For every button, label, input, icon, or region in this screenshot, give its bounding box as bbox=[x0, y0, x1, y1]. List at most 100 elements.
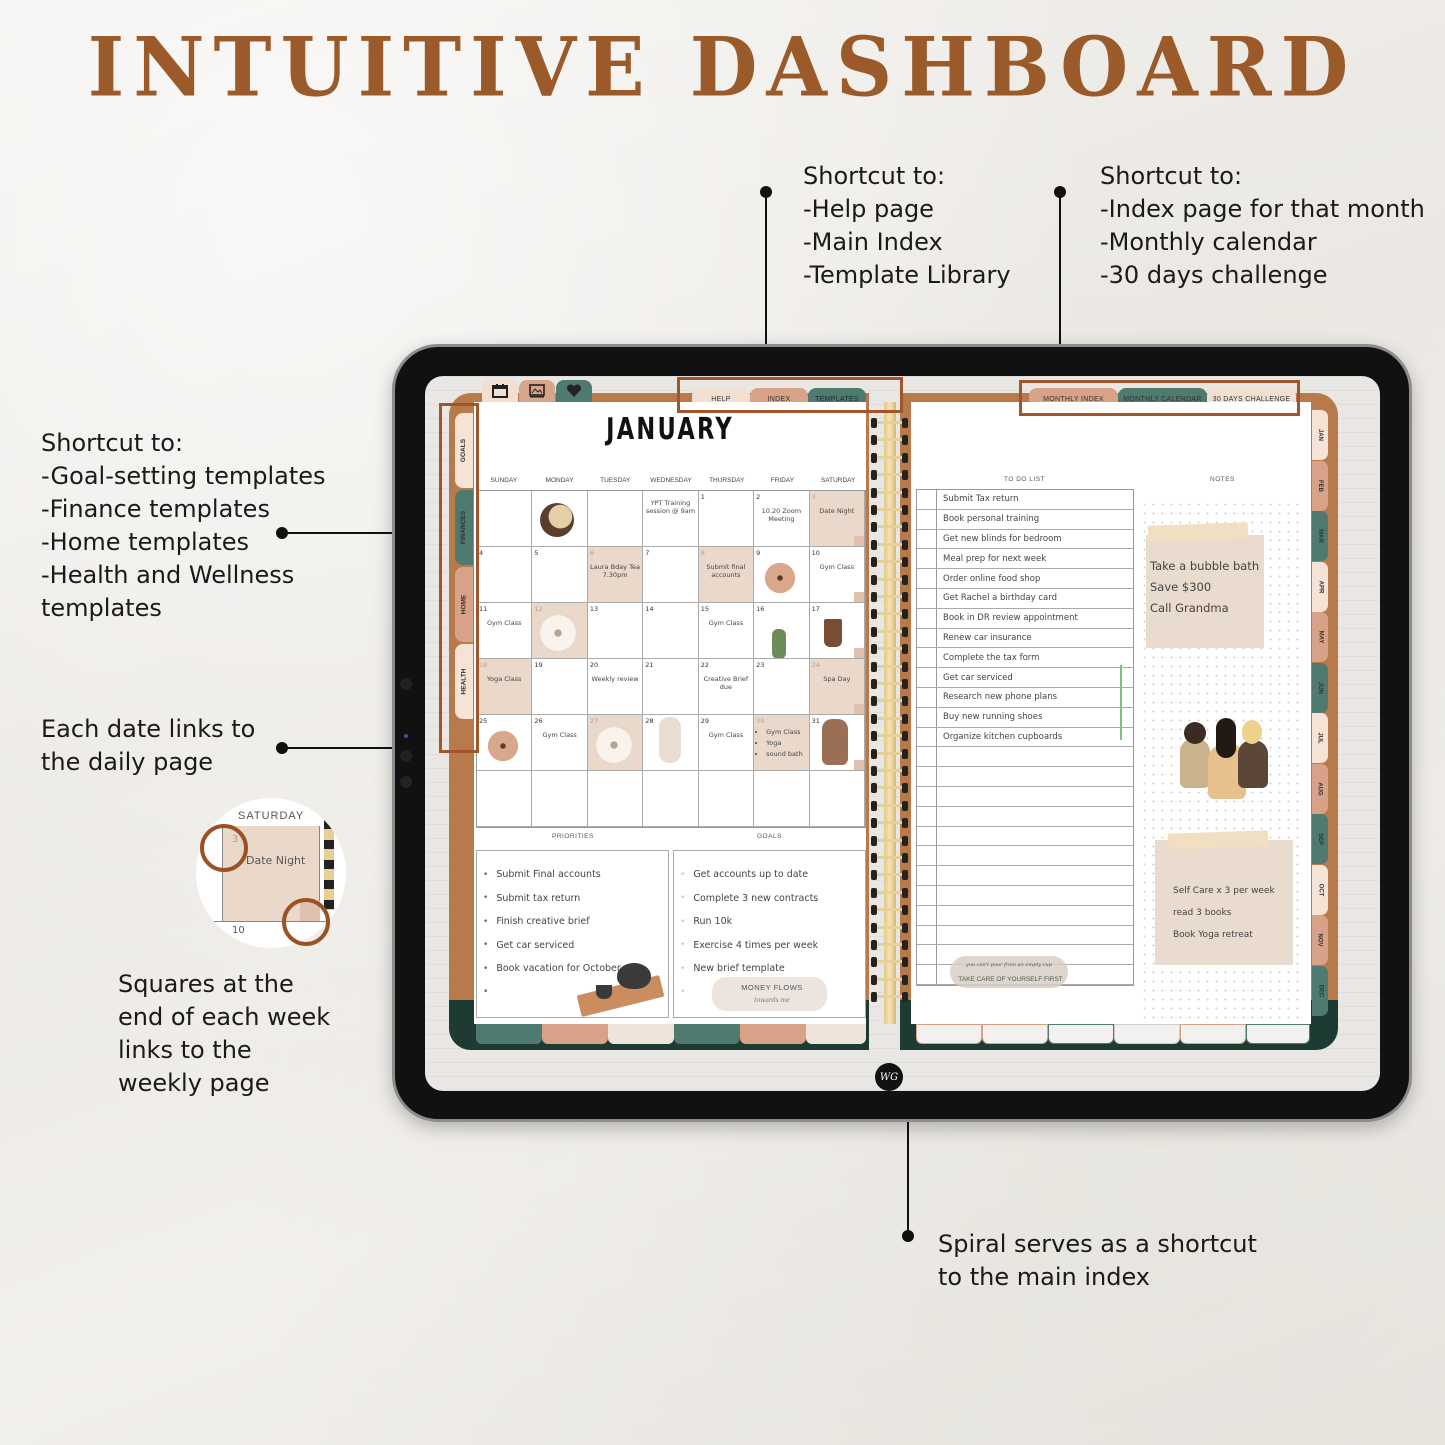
spiral-ring-icon[interactable] bbox=[871, 748, 911, 759]
calendar-day-cell[interactable]: 6 Laura Bday Tea 7.30pm bbox=[587, 547, 644, 603]
spiral-ring-icon[interactable] bbox=[871, 505, 911, 515]
todo-item[interactable] bbox=[917, 786, 1133, 807]
day-number[interactable]: 17 bbox=[812, 605, 862, 613]
day-number[interactable]: 14 bbox=[645, 605, 695, 613]
day-number[interactable]: 24 bbox=[812, 661, 862, 669]
month-tab-sep[interactable]: SEP bbox=[1312, 814, 1328, 864]
calendar-day-cell[interactable] bbox=[477, 771, 533, 827]
calendar-day-cell[interactable]: 22 Creative Brief due bbox=[698, 659, 755, 715]
day-number[interactable]: 6 bbox=[590, 549, 640, 557]
icon-tab[interactable] bbox=[556, 380, 592, 404]
calendar-day-cell[interactable]: 27 bbox=[587, 715, 644, 771]
calendar-day-cell[interactable]: 3 Date Night bbox=[809, 491, 865, 547]
todo-item[interactable] bbox=[917, 866, 1133, 886]
day-number[interactable]: 25 bbox=[479, 717, 529, 725]
calendar-day-cell[interactable] bbox=[698, 771, 755, 827]
weekly-page-link[interactable] bbox=[853, 704, 864, 714]
todo-checkbox[interactable] bbox=[917, 490, 937, 509]
todo-item[interactable]: Book personal training bbox=[917, 509, 1133, 530]
spiral-ring-icon[interactable] bbox=[871, 626, 911, 637]
todo-checkbox[interactable] bbox=[917, 549, 937, 569]
todo-item[interactable] bbox=[917, 846, 1133, 867]
day-number[interactable]: 11 bbox=[479, 605, 529, 613]
calendar-day-cell[interactable]: 31 bbox=[809, 715, 865, 771]
todo-item[interactable]: Renew car insurance bbox=[917, 628, 1133, 649]
month-tab-jan[interactable]: JAN bbox=[1312, 410, 1328, 460]
todo-checkbox[interactable] bbox=[917, 945, 937, 965]
bottom-tab[interactable] bbox=[1114, 1024, 1180, 1044]
calendar-day-cell[interactable]: 20 Weekly review bbox=[587, 659, 644, 715]
spiral-ring-icon[interactable] bbox=[871, 713, 911, 724]
brand-logo[interactable]: WG bbox=[875, 1063, 903, 1091]
day-number[interactable]: 22 bbox=[701, 661, 751, 669]
todo-item[interactable]: Organize kitchen cupboards bbox=[917, 727, 1133, 748]
calendar-day-cell[interactable]: 19 bbox=[532, 659, 588, 715]
spiral-ring-icon[interactable] bbox=[871, 661, 911, 672]
todo-item[interactable]: Submit Tax return bbox=[917, 490, 1133, 510]
day-number[interactable]: 29 bbox=[701, 717, 751, 725]
spiral-ring-icon[interactable] bbox=[871, 557, 911, 568]
todo-item[interactable] bbox=[917, 747, 1133, 768]
todo-item[interactable]: Get Rachel a birthday card bbox=[917, 588, 1133, 609]
calendar-day-cell[interactable]: 1 bbox=[698, 491, 755, 547]
todo-item[interactable] bbox=[917, 826, 1133, 847]
calendar-day-cell[interactable] bbox=[754, 771, 810, 827]
day-number[interactable]: 16 bbox=[756, 605, 806, 613]
weekly-page-link[interactable] bbox=[853, 536, 864, 546]
spiral-ring-icon[interactable] bbox=[871, 679, 911, 689]
todo-item[interactable]: Buy new running shoes bbox=[917, 707, 1133, 728]
spiral-ring-icon[interactable] bbox=[871, 957, 911, 968]
day-number[interactable]: 27 bbox=[590, 717, 640, 725]
month-tab-dec[interactable]: DEC bbox=[1312, 965, 1328, 1016]
calendar-day-cell[interactable]: 8 Submit final accounts bbox=[698, 547, 755, 603]
calendar-day-cell[interactable]: 21 bbox=[643, 659, 699, 715]
day-number[interactable]: 2 bbox=[756, 493, 806, 501]
todo-checkbox[interactable] bbox=[917, 588, 937, 608]
todo-checkbox[interactable] bbox=[917, 826, 937, 846]
bottom-tab[interactable] bbox=[674, 1024, 740, 1044]
spiral-ring-icon[interactable] bbox=[871, 783, 911, 794]
spiral-ring-icon[interactable] bbox=[871, 800, 911, 811]
spiral-ring-icon[interactable] bbox=[871, 870, 911, 881]
calendar-day-cell[interactable] bbox=[532, 491, 588, 547]
todo-checkbox[interactable] bbox=[917, 668, 937, 687]
calendar-day-cell[interactable]: YPT Training session @ 9am bbox=[643, 491, 699, 547]
spiral-ring-icon[interactable] bbox=[871, 905, 911, 916]
day-number[interactable]: 21 bbox=[645, 661, 695, 669]
bottom-tab[interactable] bbox=[1048, 1024, 1114, 1044]
todo-checkbox[interactable] bbox=[917, 806, 937, 826]
month-tab-nov[interactable]: NOV bbox=[1312, 915, 1328, 965]
todo-item[interactable]: Complete the tax form bbox=[917, 648, 1133, 669]
calendar-day-cell[interactable]: 2 10.20 Zoom Meeting bbox=[754, 491, 810, 547]
todo-checkbox[interactable] bbox=[917, 846, 937, 866]
calendar-day-cell[interactable]: 17 bbox=[809, 603, 865, 659]
todo-checkbox[interactable] bbox=[917, 648, 937, 668]
todo-checkbox[interactable] bbox=[917, 767, 937, 786]
bottom-tab[interactable] bbox=[1246, 1024, 1310, 1044]
weekly-page-link[interactable] bbox=[853, 760, 864, 770]
month-tab-mar[interactable]: MAR bbox=[1312, 511, 1328, 561]
calendar-day-cell[interactable]: 18 Yoga Class bbox=[477, 659, 533, 715]
spiral-ring-icon[interactable] bbox=[871, 853, 911, 863]
todo-checkbox[interactable] bbox=[917, 925, 937, 945]
calendar-day-cell[interactable] bbox=[587, 771, 644, 827]
spiral-ring-icon[interactable] bbox=[871, 766, 911, 776]
spiral-ring-icon[interactable] bbox=[871, 696, 911, 707]
spiral-ring-icon[interactable] bbox=[871, 731, 911, 742]
spiral-ring-icon[interactable] bbox=[871, 418, 911, 428]
spiral-ring-icon[interactable] bbox=[871, 940, 911, 950]
todo-item[interactable]: Book in DR review appointment bbox=[917, 608, 1133, 629]
todo-checkbox[interactable] bbox=[917, 727, 937, 747]
icon-tab[interactable] bbox=[482, 380, 518, 404]
todo-checkbox[interactable] bbox=[917, 569, 937, 588]
calendar-day-cell[interactable]: 15 Gym Class bbox=[698, 603, 755, 659]
todo-checkbox[interactable] bbox=[917, 707, 937, 727]
spiral-ring-icon[interactable] bbox=[871, 592, 911, 602]
weekly-page-link[interactable] bbox=[853, 592, 864, 602]
day-number[interactable]: 5 bbox=[534, 549, 584, 557]
day-number[interactable]: 1 bbox=[701, 493, 751, 501]
spiral-ring-icon[interactable] bbox=[871, 835, 911, 846]
todo-item[interactable] bbox=[917, 905, 1133, 926]
spiral-rings[interactable] bbox=[871, 418, 911, 1008]
calendar-day-cell[interactable] bbox=[643, 771, 699, 827]
